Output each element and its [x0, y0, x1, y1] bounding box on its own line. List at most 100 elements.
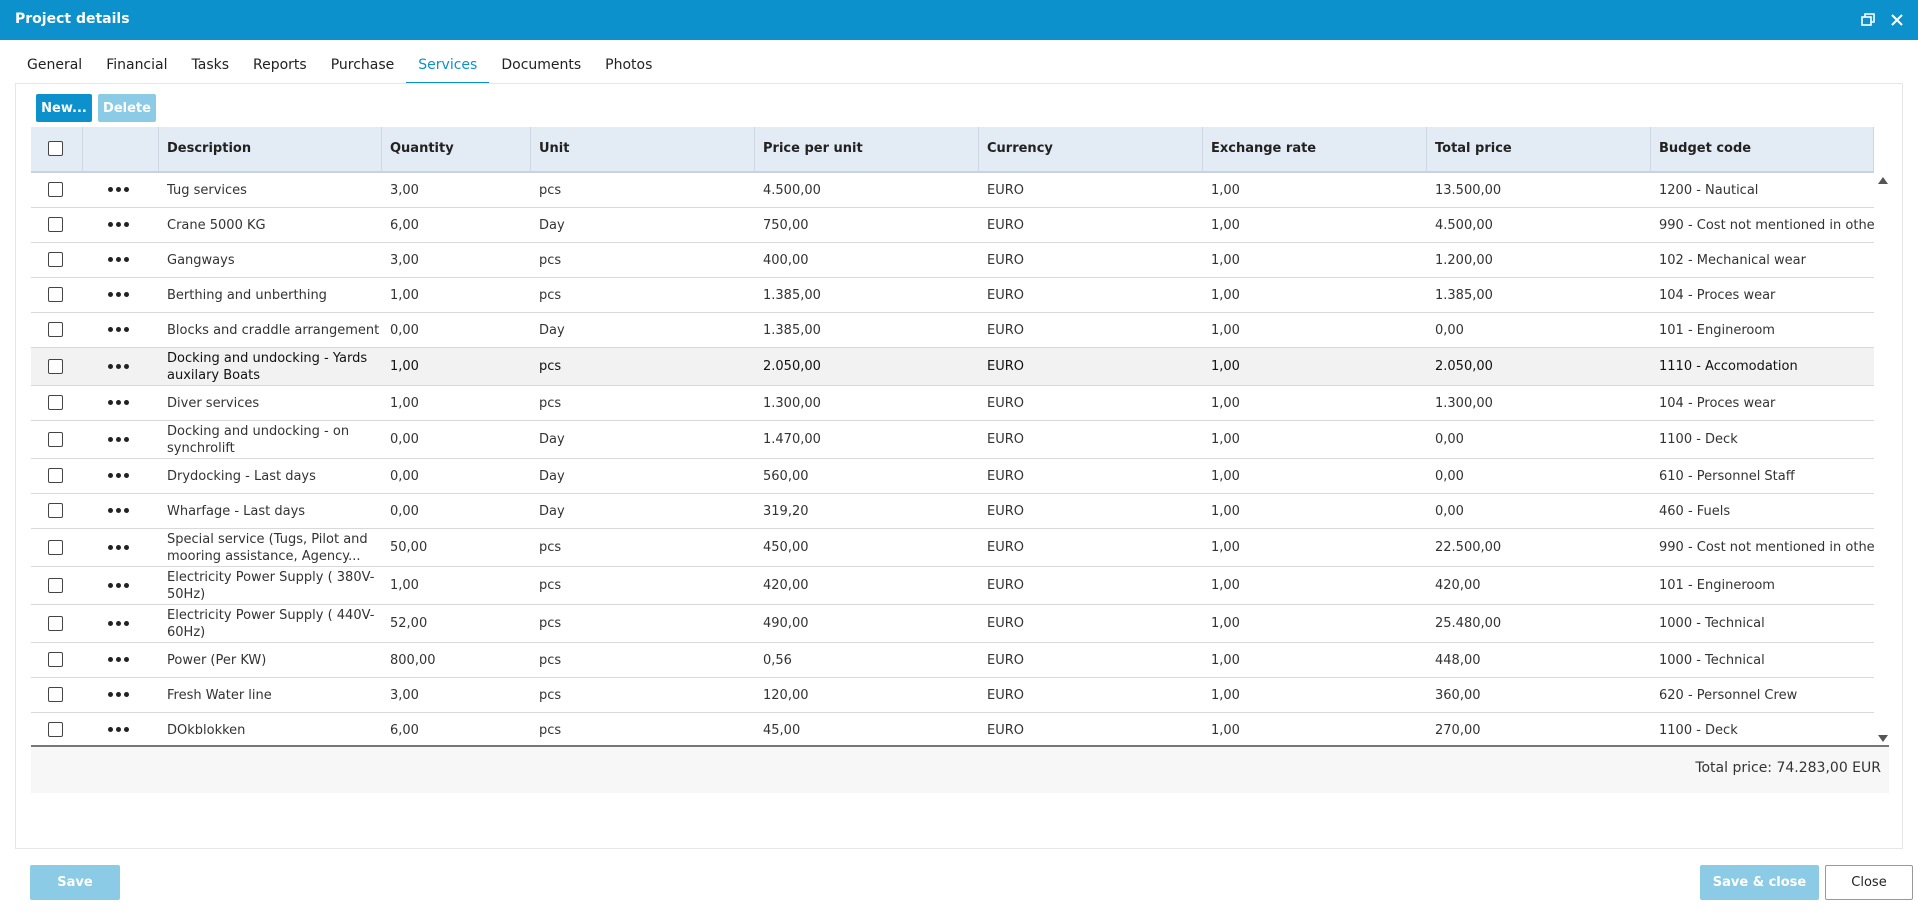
- title-bar: Project details: [0, 0, 1918, 40]
- row-checkbox[interactable]: [48, 503, 63, 518]
- tab-documents[interactable]: Documents: [489, 48, 593, 84]
- row-checkbox[interactable]: [48, 468, 63, 483]
- more-options-icon[interactable]: [108, 290, 130, 300]
- table-row[interactable]: Gangways 3,00 pcs 400,00 EURO 1,00 1.200,00 102…: [31, 243, 1874, 278]
- cell-quantity: 3,00: [390, 182, 419, 198]
- cell-exchange-rate: 1,00: [1211, 540, 1240, 555]
- more-options-icon[interactable]: [108, 690, 130, 700]
- cell-price-per-unit: 120,00: [763, 687, 809, 703]
- cell-budget-code: 990 - Cost not mentioned in other C: [1659, 217, 1874, 233]
- column-header-quantity[interactable]: Quantity: [382, 127, 531, 171]
- close-button[interactable]: Close: [1825, 865, 1913, 900]
- table-row[interactable]: Docking and undocking - Yards auxilary B…: [31, 348, 1874, 386]
- table-row[interactable]: Power (Per KW) 800,00 pcs 0,56 EURO 1,00 448,0…: [31, 643, 1874, 678]
- row-checkbox[interactable]: [48, 287, 63, 302]
- delete-button[interactable]: Delete: [98, 94, 156, 122]
- more-options-icon[interactable]: [108, 581, 130, 591]
- more-options-icon[interactable]: [108, 325, 130, 335]
- more-options-icon[interactable]: [108, 543, 130, 553]
- more-options-icon[interactable]: [108, 725, 130, 735]
- more-options-icon[interactable]: [108, 506, 130, 516]
- more-options-icon[interactable]: [108, 255, 130, 265]
- tab-financial[interactable]: Financial: [94, 48, 179, 84]
- row-checkbox[interactable]: [48, 358, 63, 374]
- more-options-icon[interactable]: [108, 435, 130, 445]
- tab-general[interactable]: General: [15, 48, 94, 84]
- vertical-scrollbar[interactable]: [1874, 173, 1889, 745]
- cell-description: DOkblokken: [167, 722, 246, 738]
- cell-description: Drydocking - Last days: [167, 468, 316, 484]
- table-row[interactable]: Diver services 1,00 pcs 1.300,00 EURO 1,00 1.3…: [31, 386, 1874, 421]
- scroll-up-icon[interactable]: [1878, 177, 1888, 184]
- cell-currency: EURO: [987, 578, 1024, 593]
- cell-total-price: 270,00: [1435, 722, 1481, 738]
- column-header-description[interactable]: Description: [159, 127, 382, 171]
- cell-unit: pcs: [539, 287, 562, 303]
- table-row[interactable]: Electricity Power Supply ( 440V-60Hz) 52,…: [31, 605, 1874, 643]
- new-button[interactable]: New...: [36, 94, 92, 122]
- cell-exchange-rate: 1,00: [1211, 503, 1240, 519]
- row-checkbox[interactable]: [48, 615, 63, 631]
- row-checkbox[interactable]: [48, 431, 63, 447]
- tab-reports[interactable]: Reports: [241, 48, 319, 84]
- save-and-close-button[interactable]: Save & close: [1700, 865, 1819, 900]
- cell-unit: pcs: [539, 359, 562, 374]
- table-row[interactable]: Docking and undocking - on synchrolift 0,…: [31, 421, 1874, 459]
- table-row[interactable]: Wharfage - Last days 0,00 Day 319,20 EURO 1,0…: [31, 494, 1874, 529]
- table-row[interactable]: Special service (Tugs, Pilot and mooring…: [31, 529, 1874, 567]
- table-row[interactable]: Tug services 3,00 pcs 4.500,00 EURO 1,00 13.50…: [31, 173, 1874, 208]
- services-panel: New... Delete Description Quantity Unit …: [15, 83, 1903, 849]
- cell-price-per-unit: 450,00: [763, 540, 809, 555]
- save-button[interactable]: Save: [30, 865, 120, 900]
- row-checkbox[interactable]: [48, 577, 63, 593]
- cell-price-per-unit: 420,00: [763, 578, 809, 593]
- select-all-checkbox[interactable]: [48, 141, 63, 156]
- column-header-currency[interactable]: Currency: [979, 127, 1203, 171]
- row-checkbox[interactable]: [48, 252, 63, 267]
- cell-budget-code: 1100 - Deck: [1659, 432, 1738, 447]
- more-options-icon[interactable]: [108, 619, 130, 629]
- row-checkbox[interactable]: [48, 652, 63, 667]
- restore-window-icon[interactable]: [1857, 9, 1879, 31]
- cell-currency: EURO: [987, 432, 1024, 447]
- column-header-exchange-rate[interactable]: Exchange rate: [1203, 127, 1427, 171]
- tab-purchase[interactable]: Purchase: [319, 48, 407, 84]
- scroll-down-icon[interactable]: [1878, 735, 1888, 742]
- table-row[interactable]: Crane 5000 KG 6,00 Day 750,00 EURO 1,00 4.500,…: [31, 208, 1874, 243]
- table-row[interactable]: Blocks and craddle arrangement 0,00 Day 1.3…: [31, 313, 1874, 348]
- cell-quantity: 3,00: [390, 687, 419, 703]
- grid-header: Description Quantity Unit Price per unit…: [31, 127, 1874, 173]
- table-row[interactable]: Berthing and unberthing 1,00 pcs 1.385,00 EU…: [31, 278, 1874, 313]
- table-row[interactable]: DOkblokken 6,00 pcs 45,00 EURO 1,00 270,00 1100…: [31, 713, 1874, 745]
- cell-total-price: 0,00: [1435, 468, 1464, 484]
- column-header-budget-code[interactable]: Budget code: [1651, 127, 1874, 171]
- table-row[interactable]: Drydocking - Last days 0,00 Day 560,00 EURO 1…: [31, 459, 1874, 494]
- row-checkbox[interactable]: [48, 217, 63, 232]
- table-row[interactable]: Fresh Water line 3,00 pcs 120,00 EURO 1,00 360…: [31, 678, 1874, 713]
- more-options-icon[interactable]: [108, 471, 130, 481]
- more-options-icon[interactable]: [108, 220, 130, 230]
- table-row[interactable]: Electricity Power Supply ( 380V-50Hz) 1,0…: [31, 567, 1874, 605]
- more-options-icon[interactable]: [108, 655, 130, 665]
- row-checkbox[interactable]: [48, 322, 63, 337]
- tab-services[interactable]: Services: [406, 48, 490, 84]
- more-options-icon[interactable]: [108, 185, 130, 195]
- more-options-icon[interactable]: [108, 398, 130, 408]
- row-checkbox[interactable]: [48, 539, 63, 555]
- row-checkbox[interactable]: [48, 687, 63, 702]
- cell-description: Fresh Water line: [167, 687, 272, 703]
- more-options-icon[interactable]: [108, 362, 130, 372]
- cell-exchange-rate: 1,00: [1211, 722, 1240, 738]
- cell-budget-code: 620 - Personnel Crew: [1659, 687, 1798, 703]
- close-window-icon[interactable]: [1886, 9, 1908, 31]
- cell-total-price: 1.300,00: [1435, 395, 1493, 411]
- cell-total-price: 25.480,00: [1435, 616, 1502, 631]
- tab-photos[interactable]: Photos: [593, 48, 664, 84]
- tab-tasks[interactable]: Tasks: [180, 48, 242, 84]
- row-checkbox[interactable]: [48, 395, 63, 410]
- row-checkbox[interactable]: [48, 722, 63, 737]
- column-header-price-per-unit[interactable]: Price per unit: [755, 127, 979, 171]
- column-header-total-price[interactable]: Total price: [1427, 127, 1651, 171]
- column-header-unit[interactable]: Unit: [531, 127, 755, 171]
- row-checkbox[interactable]: [48, 182, 63, 197]
